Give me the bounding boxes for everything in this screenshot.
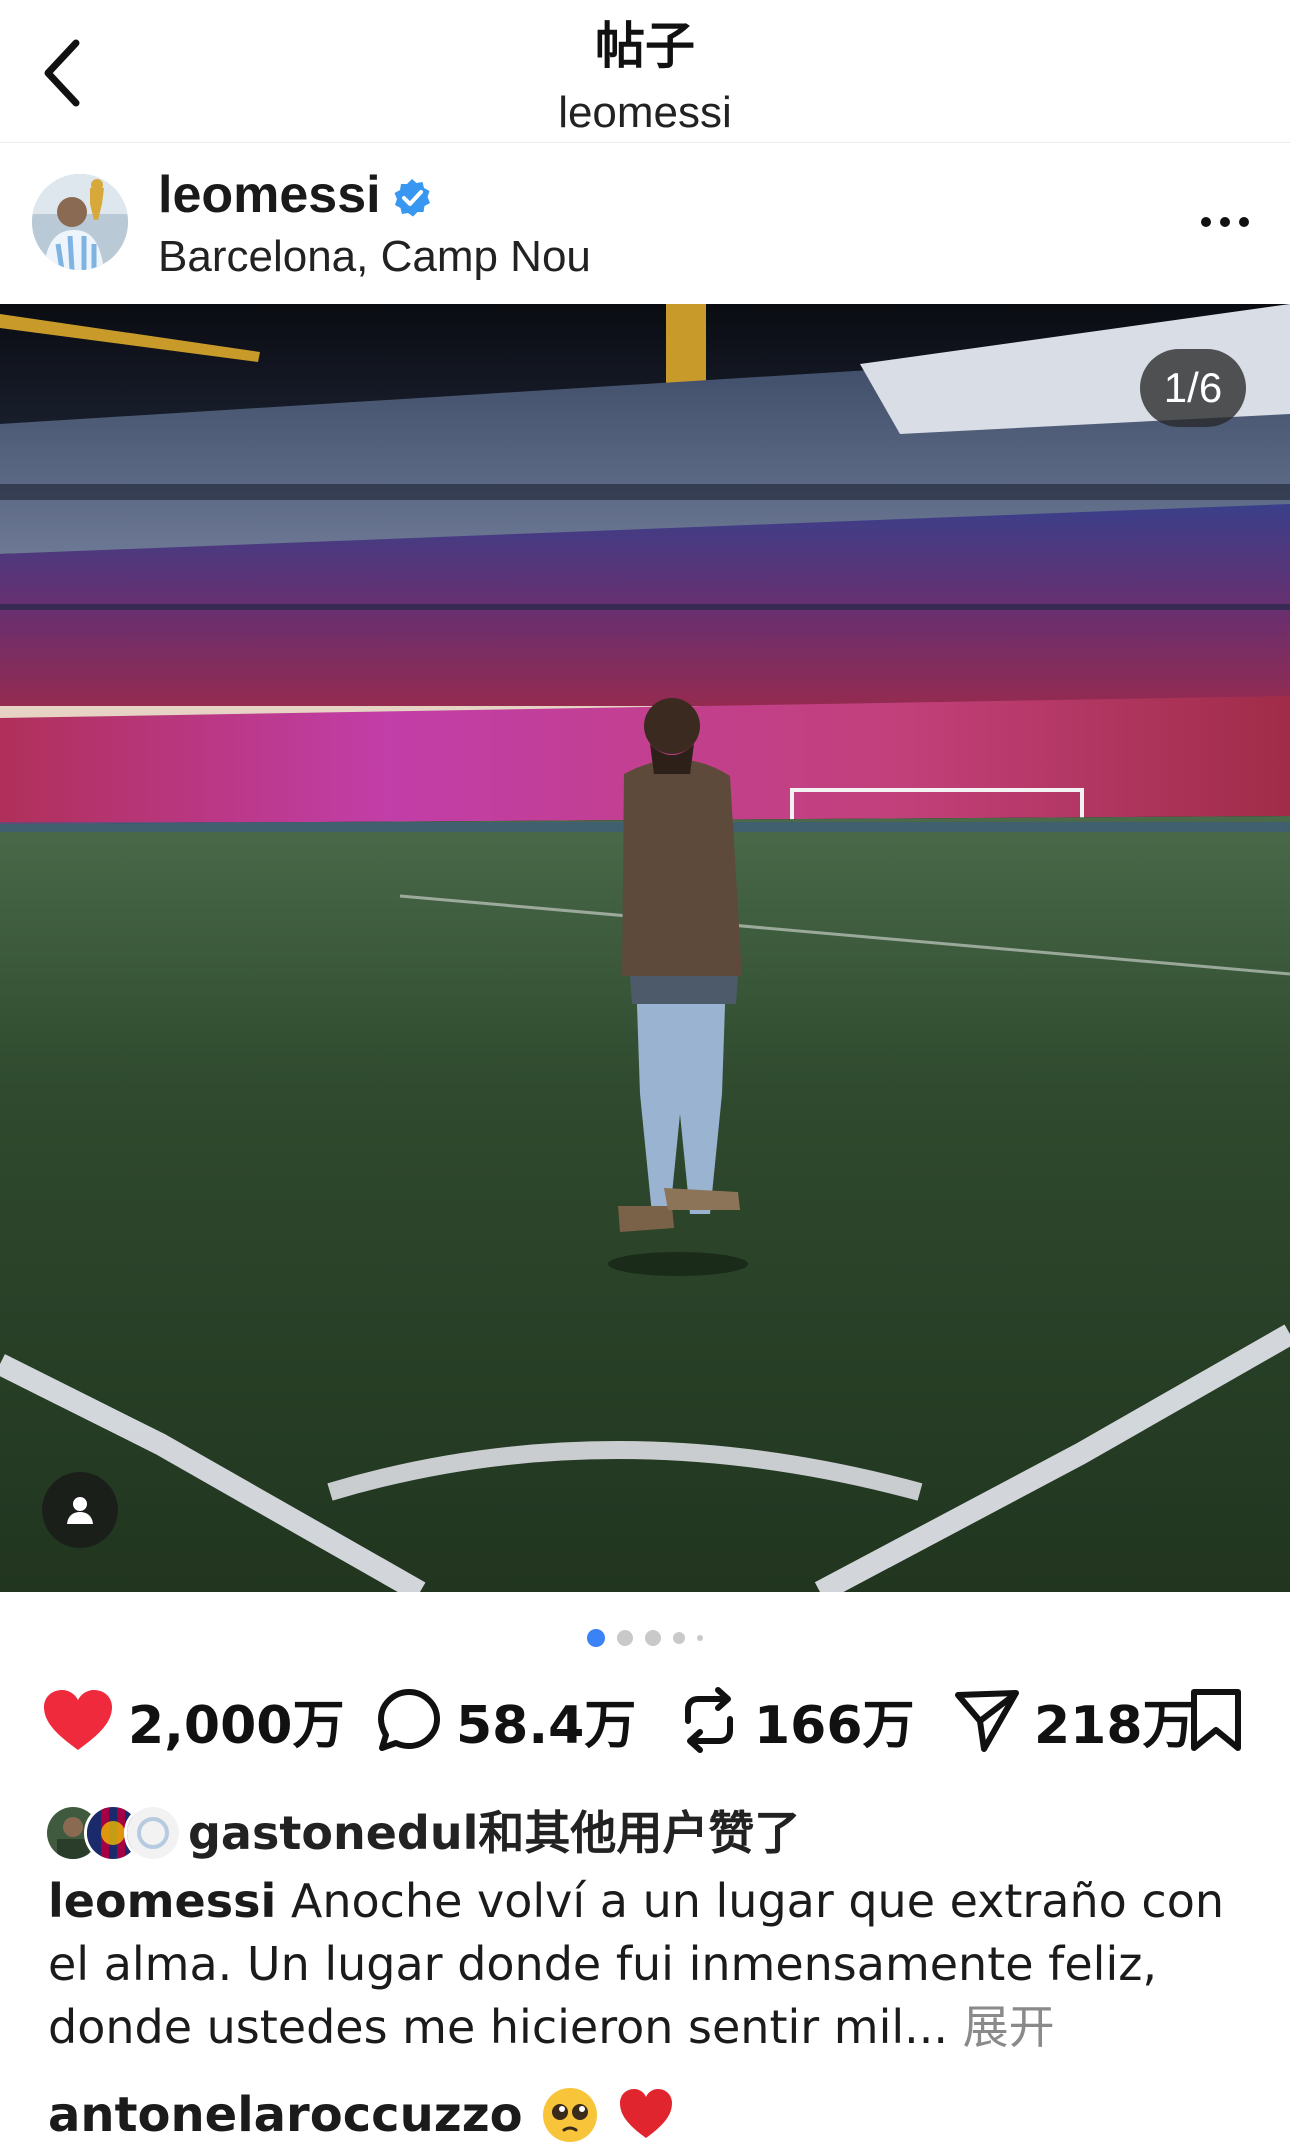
page-title: 帖子 bbox=[595, 17, 695, 75]
avatar[interactable] bbox=[32, 174, 128, 270]
like-count: 2,000万 bbox=[128, 1695, 345, 1756]
liker-avatars bbox=[44, 1802, 184, 1862]
repost-count: 166万 bbox=[754, 1695, 915, 1756]
carousel-dots bbox=[0, 1628, 1290, 1648]
carousel-dot bbox=[617, 1630, 633, 1646]
post-photo[interactable]: 1/6 bbox=[0, 304, 1290, 1592]
comment-icon bbox=[378, 1689, 440, 1751]
expand-caption-link[interactable]: 展开 bbox=[963, 2000, 1055, 2054]
caption-username[interactable]: leomessi bbox=[48, 1874, 276, 1928]
carousel-dot bbox=[697, 1635, 703, 1641]
repost-icon bbox=[685, 1687, 733, 1753]
action-bar: 2,000万 58.4万 166万 218万 bbox=[0, 1680, 1290, 1760]
top-nav: 帖子 leomessi bbox=[0, 0, 1290, 143]
bookmark-icon[interactable] bbox=[1188, 1688, 1244, 1752]
carousel-dot bbox=[645, 1630, 661, 1646]
comment-button[interactable]: 58.4万 bbox=[376, 1680, 636, 1760]
share-button[interactable]: 218万 bbox=[954, 1680, 1195, 1760]
liked-by-row[interactable]: gastonedul和其他用户赞了 bbox=[44, 1800, 801, 1862]
post-username[interactable]: leomessi bbox=[158, 164, 381, 226]
share-icon bbox=[955, 1690, 1019, 1752]
heart-icon bbox=[44, 1690, 112, 1750]
more-dots-icon bbox=[1201, 217, 1249, 227]
liked-by-text: gastonedul和其他用户赞了 bbox=[188, 1806, 801, 1860]
comment-username[interactable]: antonelaroccuzzo bbox=[48, 2087, 523, 2143]
page-subtitle: leomessi bbox=[558, 88, 732, 137]
post-location[interactable]: Barcelona, Camp Nou bbox=[158, 230, 591, 284]
more-options-button[interactable] bbox=[1190, 192, 1260, 252]
share-count: 218万 bbox=[1034, 1695, 1195, 1756]
person-tag-icon bbox=[67, 1497, 93, 1524]
comment-preview[interactable]: antonelaroccuzzo bbox=[48, 2080, 675, 2150]
carousel-dot-active bbox=[587, 1629, 605, 1647]
stadium-photo bbox=[0, 304, 1290, 1592]
verified-badge-icon bbox=[394, 179, 430, 217]
post-header: leomessi Barcelona, Camp Nou bbox=[0, 144, 1290, 304]
carousel-dot bbox=[673, 1632, 685, 1644]
red-heart-icon bbox=[619, 2089, 672, 2138]
post-caption: leomessi Anoche volví a un lugar que ext… bbox=[48, 1870, 1248, 2059]
like-button[interactable]: 2,000万 bbox=[42, 1680, 344, 1760]
liker-avatar bbox=[124, 1804, 182, 1862]
repost-button[interactable]: 166万 bbox=[678, 1680, 915, 1760]
image-counter-badge: 1/6 bbox=[1140, 349, 1246, 427]
comment-count: 58.4万 bbox=[456, 1695, 637, 1756]
tagged-people-button[interactable] bbox=[42, 1472, 118, 1548]
pleading-face-icon bbox=[542, 2088, 597, 2142]
